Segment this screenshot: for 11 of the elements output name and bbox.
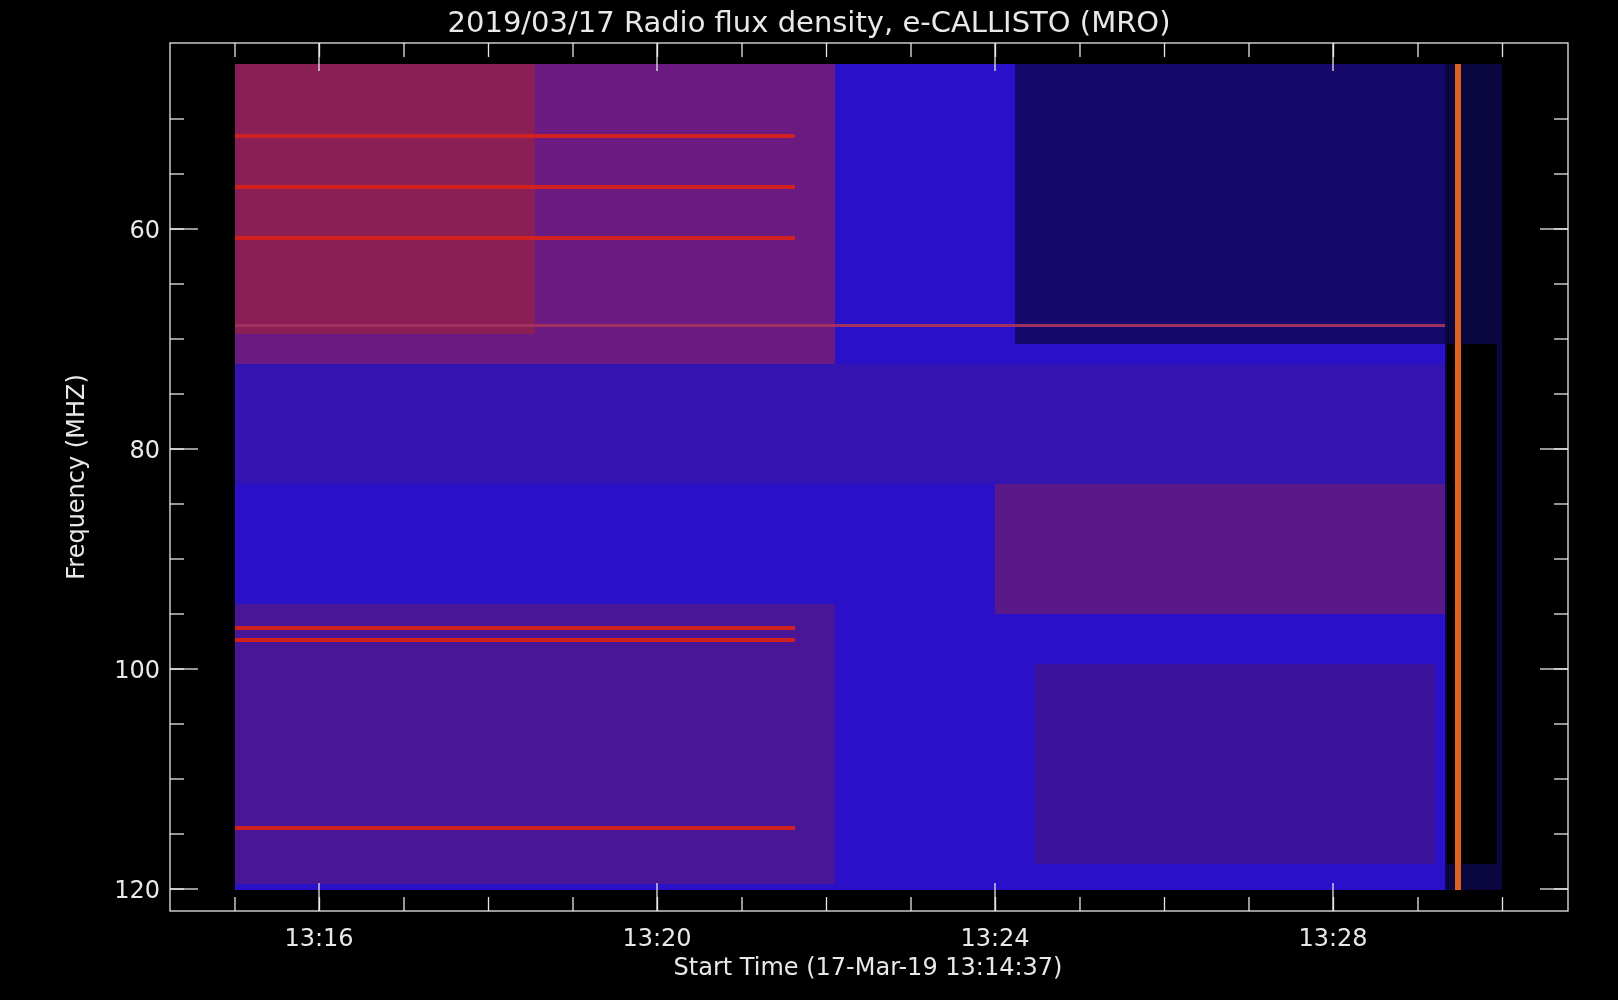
x-tick-label: 13:16 xyxy=(284,924,354,952)
y-axis-label: Frequency (MHZ) xyxy=(62,374,90,580)
x-axis-label: Start Time (17-Mar-19 13:14:37) xyxy=(673,953,1063,981)
x-tick-label: 13:24 xyxy=(960,924,1030,952)
chart-title: 2019/03/17 Radio flux density, e-CALLISTO (MRO) xyxy=(447,5,1171,39)
x-tick-label: 13:20 xyxy=(622,924,692,952)
y-tick-label: 60 xyxy=(129,216,160,244)
y-tick-label: 80 xyxy=(129,436,160,464)
y-tick-label: 100 xyxy=(114,656,160,684)
x-tick-label: 13:28 xyxy=(1298,924,1368,952)
y-tick-label: 120 xyxy=(114,876,160,904)
